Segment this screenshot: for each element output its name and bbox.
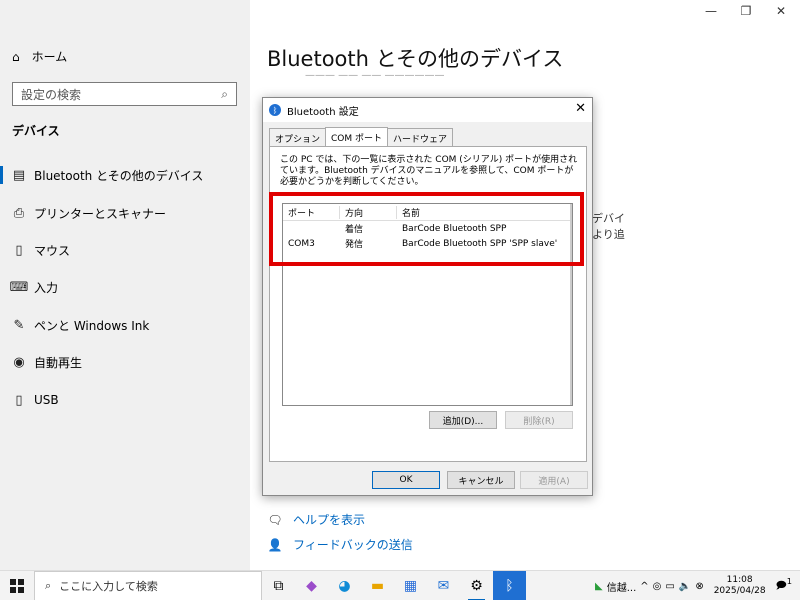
highlight-box xyxy=(269,192,584,266)
mouse-icon: ▯ xyxy=(15,242,23,258)
bluetooth-devices-icon: ▤ xyxy=(12,167,26,183)
minimize-button[interactable]: — xyxy=(696,4,726,18)
sidebar-item-label: 自動再生 xyxy=(34,355,83,370)
sidebar-item-label: マウス xyxy=(34,243,71,258)
section-heading: デバイス xyxy=(12,124,60,138)
obscured-text-fragment: より追 xyxy=(592,228,625,241)
settings-search-input[interactable]: 設定の検索 ⌕ xyxy=(12,82,237,106)
file-explorer-icon[interactable]: ▬ xyxy=(361,571,394,600)
dialog-title: Bluetooth 設定 xyxy=(287,106,359,118)
add-port-button[interactable]: 追加(D)... xyxy=(429,411,497,429)
apply-button[interactable]: 適用(A) xyxy=(520,471,588,489)
restore-button[interactable]: ❐ xyxy=(731,4,761,18)
pen-icon: ✎ xyxy=(13,317,25,333)
com-ports-description: この PC では、下の一覧に表示された COM (シリアル) ポートが使用されて… xyxy=(280,155,578,187)
sidebar-item-bluetooth[interactable]: ▤ Bluetooth とその他のデバイス xyxy=(0,160,250,190)
chevron-up-icon[interactable]: ^ xyxy=(640,581,648,592)
settings-gear-icon[interactable]: ⚙ xyxy=(460,571,493,600)
taskbar-search-placeholder: ここに入力して検索 xyxy=(59,579,158,593)
feedback-person-icon: 👤 xyxy=(267,537,283,552)
sidebar-item-label: プリンターとスキャナー xyxy=(34,206,167,221)
sidebar-item-label: ペンと Windows Ink xyxy=(34,318,150,333)
dialog-close-icon[interactable]: ✕ xyxy=(575,101,586,116)
feedback-link[interactable]: 👤 フィードバックの送信 xyxy=(267,536,413,553)
sidebar-item-pen[interactable]: ✎ ペンと Windows Ink xyxy=(0,310,250,340)
clock-date: 2025/04/28 xyxy=(713,586,766,596)
sidebar-item-label: USB xyxy=(34,393,59,407)
help-link[interactable]: 🗨 ヘルプを表示 xyxy=(267,511,365,528)
copilot-icon[interactable]: ◆ xyxy=(295,571,328,600)
edge-browser-icon[interactable]: ◕ xyxy=(328,571,361,600)
home-label: ホーム xyxy=(31,50,68,64)
clock-time: 11:08 xyxy=(726,575,753,585)
help-chat-icon: 🗨 xyxy=(267,512,283,527)
weather-icon[interactable]: ◣ xyxy=(595,581,603,592)
home-icon: ⌂ xyxy=(12,49,20,64)
autoplay-icon: ◉ xyxy=(13,354,25,370)
bluetooth-taskbar-icon[interactable]: ᛒ xyxy=(493,570,526,600)
taskbar-search-input[interactable]: ⌕ ここに入力して検索 xyxy=(34,570,262,600)
network-icon[interactable]: ▭ xyxy=(665,581,674,592)
ok-button[interactable]: OK xyxy=(372,471,440,489)
home-nav-item[interactable]: ⌂ ホーム xyxy=(12,48,67,65)
mail-icon[interactable]: ✉ xyxy=(427,571,460,600)
task-view-icon[interactable]: ⧉ xyxy=(262,571,295,600)
sidebar-item-mouse[interactable]: ▯ マウス xyxy=(0,235,250,265)
search-icon: ⌕ xyxy=(221,86,228,101)
printer-icon: ⎙ xyxy=(13,205,25,221)
sidebar-item-input[interactable]: ⌨ 入力 xyxy=(0,272,250,302)
feedback-link-label: フィードバックの送信 xyxy=(293,538,413,552)
notification-count: 1 xyxy=(786,576,792,587)
obscured-text-fragment: デバイ xyxy=(592,212,625,225)
help-link-label: ヘルプを表示 xyxy=(293,513,366,527)
camera-icon[interactable]: ◎ xyxy=(653,581,662,592)
notification-icon[interactable]: 🗩1 xyxy=(776,576,800,595)
sidebar-item-usb[interactable]: ▯ USB xyxy=(0,385,250,415)
page-title: Bluetooth とその他のデバイス xyxy=(267,47,564,71)
keyboard-icon: ⌨ xyxy=(9,279,29,295)
sidebar-item-printers[interactable]: ⎙ プリンターとスキャナー xyxy=(0,198,250,228)
sidebar-item-autoplay[interactable]: ◉ 自動再生 xyxy=(0,347,250,377)
bluetooth-settings-dialog: ᛒ Bluetooth 設定 ✕ オプション COM ポート ハードウェア この… xyxy=(262,97,593,496)
usb-icon: ▯ xyxy=(15,392,23,408)
start-button[interactable] xyxy=(0,571,34,600)
search-placeholder: 設定の検索 xyxy=(21,87,82,102)
settings-sidebar: ⌂ ホーム 設定の検索 ⌕ デバイス ▤ Bluetooth とその他のデバイス… xyxy=(0,0,250,570)
sidebar-item-label: 入力 xyxy=(34,280,59,295)
dialog-titlebar: ᛒ Bluetooth 設定 ✕ xyxy=(263,98,592,122)
obscured-text: ——— —— —— —————— xyxy=(305,70,445,78)
sidebar-item-label: Bluetooth とその他のデバイス xyxy=(34,168,204,183)
windows-logo-icon xyxy=(10,578,24,593)
remove-port-button[interactable]: 削除(R) xyxy=(505,411,573,429)
close-button[interactable]: ✕ xyxy=(766,4,796,18)
system-tray: ◣ 信越... ^ ◎ ▭ 🔈 ⊗ 11:08 2025/04/28 🗩1 xyxy=(595,571,800,600)
weather-text[interactable]: 信越... xyxy=(607,579,637,594)
status-icon[interactable]: ⊗ xyxy=(695,581,703,592)
store-icon[interactable]: ▦ xyxy=(394,571,427,600)
clock[interactable]: 11:08 2025/04/28 xyxy=(708,575,772,597)
cancel-button[interactable]: キャンセル xyxy=(447,471,515,489)
taskbar: ⌕ ここに入力して検索 ⧉ ◆ ◕ ▬ ▦ ✉ ⚙ ᛒ ◣ 信越... ^ ◎ … xyxy=(0,570,800,600)
volume-icon[interactable]: 🔈 xyxy=(679,581,691,592)
search-icon: ⌕ xyxy=(45,578,52,592)
bluetooth-icon: ᛒ xyxy=(269,104,281,116)
